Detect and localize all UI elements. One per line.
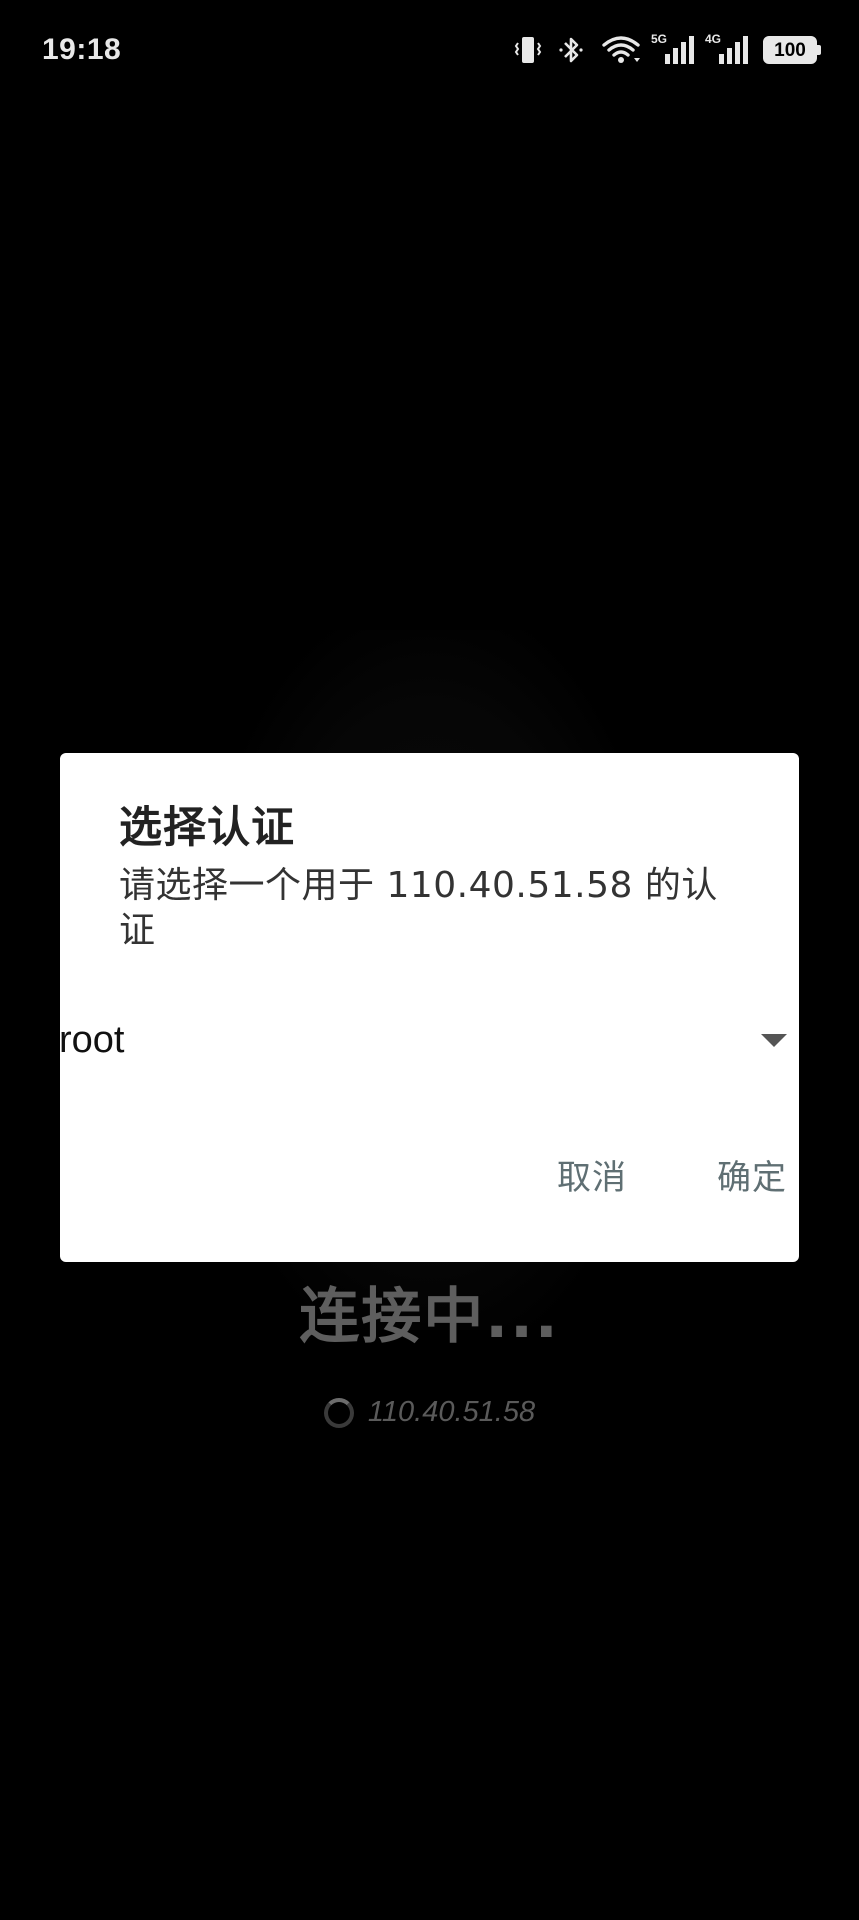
status-time: 19:18 (42, 33, 122, 66)
auth-select[interactable]: root (59, 1010, 787, 1070)
connecting-host: 110.40.51.58 (0, 1396, 859, 1429)
network-4g-label: 4G (705, 32, 722, 46)
dialog-message: 请选择一个用于 110.40.51.58 的认证 (119, 864, 718, 951)
connecting-title: 连接中... (299, 1282, 560, 1352)
vibrate-icon (513, 34, 543, 66)
loading-spinner-icon (323, 1397, 354, 1428)
status-bar: 19:18 5G 4G 100 (0, 0, 859, 100)
status-icons: 5G 4G 100 (513, 32, 821, 66)
auth-select-value: root (59, 1018, 125, 1061)
dialog-actions: 取消 确定 (557, 1150, 787, 1199)
confirm-button[interactable]: 确定 (717, 1150, 787, 1199)
host-address: 110.40.51.58 (367, 1396, 536, 1428)
signal-4g-icon: 4G (705, 32, 749, 66)
battery-icon: 100 (763, 36, 821, 64)
battery-level: 100 (774, 39, 806, 61)
network-5g-label: 5G (651, 32, 668, 46)
dialog-title: 选择认证 (119, 803, 295, 853)
signal-5g-icon: 5G (651, 32, 695, 66)
bluetooth-icon (557, 34, 587, 66)
cancel-button[interactable]: 取消 (557, 1150, 627, 1199)
dropdown-arrow-icon[interactable] (761, 1033, 787, 1047)
wifi-icon (601, 34, 641, 66)
